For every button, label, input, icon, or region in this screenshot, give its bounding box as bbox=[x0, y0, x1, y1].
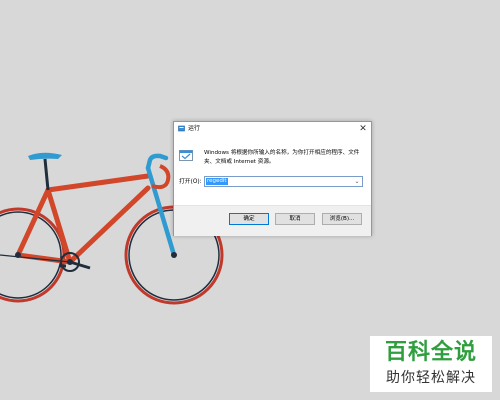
watermark-subtitle: 助你轻松解决 bbox=[386, 370, 476, 386]
run-dialog: 运行 ✕ Windows 将根据你所输入的名称，为你打开相应的程序、文件夹、文档… bbox=[173, 121, 372, 236]
close-button[interactable]: ✕ bbox=[357, 123, 369, 135]
run-icon bbox=[178, 125, 185, 132]
watermark: 百科全说 助你轻松解决 bbox=[370, 336, 492, 392]
open-input[interactable]: regedit ⌄ bbox=[204, 176, 363, 187]
dialog-footer: 确定 取消 浏览(B)... bbox=[174, 205, 371, 236]
cancel-button[interactable]: 取消 bbox=[275, 213, 315, 225]
watermark-title: 百科全说 bbox=[384, 340, 477, 365]
chevron-down-icon[interactable]: ⌄ bbox=[353, 177, 361, 186]
desktop: 运行 ✕ Windows 将根据你所输入的名称，为你打开相应的程序、文件夹、文档… bbox=[0, 0, 500, 400]
title-bar[interactable]: 运行 ✕ bbox=[174, 122, 371, 136]
browse-button[interactable]: 浏览(B)... bbox=[322, 213, 362, 225]
open-label: 打开(O): bbox=[179, 179, 202, 185]
dialog-body: Windows 将根据你所输入的名称，为你打开相应的程序、文件夹、文档或 Int… bbox=[174, 136, 371, 205]
dialog-description: Windows 将根据你所输入的名称，为你打开相应的程序、文件夹、文档或 Int… bbox=[204, 150, 360, 165]
ok-button[interactable]: 确定 bbox=[229, 213, 269, 225]
dialog-title: 运行 bbox=[188, 125, 201, 132]
run-program-icon bbox=[179, 150, 193, 161]
open-input-value[interactable]: regedit bbox=[206, 178, 228, 185]
